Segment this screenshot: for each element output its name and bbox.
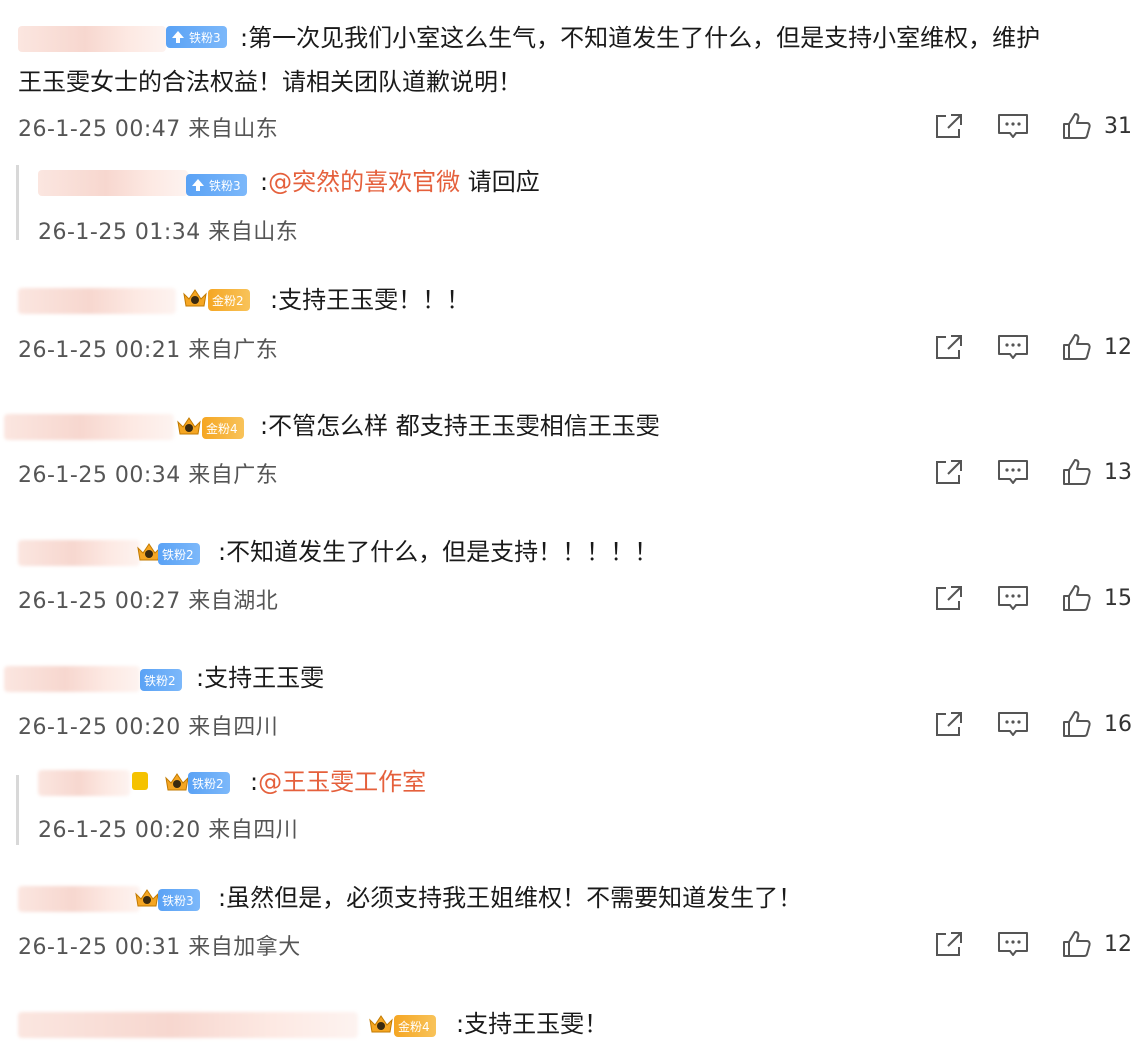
text-suffix: 请回应 (460, 168, 540, 196)
like-count: 12 (1104, 931, 1132, 957)
fan-badge: 铁粉3 (158, 889, 200, 911)
fan-badge: 金粉4 (394, 1015, 436, 1037)
comment-item: 铁粉2 :不知道发生了什么，但是支持！！！！！ 26-1-25 00:27 来自… (0, 522, 1146, 632)
reply-meta: 26-1-25 00:20 来自四川 (38, 818, 299, 843)
comment-item: 铁粉2 :支持王玉雯 26-1-25 00:20 来自四川 16 (0, 648, 1146, 758)
comment-text: :支持王玉雯 (196, 664, 325, 692)
fan-badge: 铁粉2 (140, 669, 182, 691)
like-icon[interactable] (1060, 929, 1094, 959)
comment-actions: 16 (932, 708, 1132, 740)
badge-label: 铁粉2 (144, 673, 176, 688)
fan-badge: 铁粉2 (188, 772, 230, 794)
comment-item: 金粉4 :支持王玉雯！ (0, 996, 1146, 1050)
arrow-up-icon (190, 177, 206, 193)
badge-label: 铁粉2 (162, 547, 194, 562)
comment-text: :不知道发生了什么，但是支持！！！！！ (218, 538, 659, 566)
crown-icon (134, 886, 160, 910)
comment-text: :不管怎么样 都支持王玉雯相信王玉雯 (260, 412, 660, 440)
comment-icon[interactable] (996, 457, 1030, 487)
fan-badge: 金粉2 (208, 289, 250, 311)
username-blurred[interactable] (4, 666, 140, 692)
badge-label: 铁粉3 (189, 30, 221, 45)
share-icon[interactable] (932, 457, 966, 487)
username-blurred[interactable] (18, 886, 140, 912)
badge-label: 金粉2 (212, 293, 244, 308)
comment-meta: 26-1-25 00:47 来自山东 (18, 117, 279, 142)
like-icon[interactable] (1060, 457, 1094, 487)
like-count: 12 (1104, 334, 1132, 360)
comment-icon[interactable] (996, 111, 1030, 141)
comment-actions: 15 (932, 582, 1132, 614)
share-icon[interactable] (932, 709, 966, 739)
fan-badge: 铁粉2 (158, 543, 200, 565)
comment-actions: 31 (932, 110, 1132, 142)
comment-meta: 26-1-25 00:34 来自广东 (18, 463, 279, 488)
arrow-up-icon (170, 29, 186, 45)
fan-badge: 铁粉3 (166, 26, 227, 48)
share-icon[interactable] (932, 583, 966, 613)
username-blurred[interactable] (18, 26, 166, 52)
mention-link[interactable]: @王玉雯工作室 (258, 768, 426, 796)
like-icon[interactable] (1060, 709, 1094, 739)
mention-link[interactable]: @突然的喜欢官微 (268, 168, 460, 196)
fan-badge: 铁粉3 (186, 174, 247, 196)
username-blurred[interactable] (38, 770, 130, 796)
comment-meta: 26-1-25 00:31 来自加拿大 (18, 935, 301, 960)
comment-actions: 13 (932, 456, 1132, 488)
badge-label: 金粉4 (398, 1019, 430, 1034)
comment-icon[interactable] (996, 583, 1030, 613)
comment-item: 金粉2 :支持王玉雯！！！ 26-1-25 00:21 来自广东 12 (0, 270, 1146, 380)
reply-text: :@突然的喜欢官微 请回应 (260, 164, 540, 200)
username-blurred[interactable] (18, 288, 176, 314)
reply-item: 铁粉2 :@王玉雯工作室 26-1-25 00:20 来自四川 (0, 758, 1146, 858)
comment-item: 金粉4 :不管怎么样 都支持王玉雯相信王玉雯 26-1-25 00:34 来自广… (0, 396, 1146, 506)
comment-meta: 26-1-25 00:20 来自四川 (18, 715, 279, 740)
comment-actions: 12 (932, 928, 1132, 960)
comment-actions: 12 (932, 331, 1132, 363)
like-count: 16 (1104, 711, 1132, 737)
like-count: 13 (1104, 459, 1132, 485)
reply-meta: 26-1-25 01:34 来自山东 (38, 220, 299, 245)
share-icon[interactable] (932, 111, 966, 141)
reply-text: :@王玉雯工作室 (250, 764, 426, 800)
like-icon[interactable] (1060, 111, 1094, 141)
comment-icon[interactable] (996, 709, 1030, 739)
vip-icon (132, 772, 148, 790)
comment-meta: 26-1-25 00:21 来自广东 (18, 338, 279, 363)
comment-icon[interactable] (996, 929, 1030, 959)
like-icon[interactable] (1060, 332, 1094, 362)
text-prefix: : (250, 768, 259, 796)
comment-icon[interactable] (996, 332, 1030, 362)
share-icon[interactable] (932, 332, 966, 362)
badge-label: 铁粉3 (209, 178, 241, 193)
username-blurred[interactable] (38, 170, 188, 196)
comment-text: :第一次见我们小室这么生气，不知道发生了什么，但是支持小室维权，维护 (240, 24, 1041, 52)
username-blurred[interactable] (18, 540, 140, 566)
crown-icon (164, 770, 190, 794)
badge-label: 金粉4 (206, 421, 238, 436)
reply-item: 铁粉3 :@突然的喜欢官微 请回应 26-1-25 01:34 来自山东 (0, 150, 1146, 250)
crown-icon (182, 286, 208, 310)
like-icon[interactable] (1060, 583, 1094, 613)
comment-meta: 26-1-25 00:27 来自湖北 (18, 589, 279, 614)
comment-item: 铁粉3 :虽然但是，必须支持我王姐维权！不需要知道发生了！ 26-1-25 00… (0, 870, 1146, 980)
comment-text-line2: 王玉雯女士的合法权益！请相关团队道歉说明！ (18, 68, 522, 96)
username-blurred[interactable] (4, 414, 174, 440)
badge-label: 铁粉2 (192, 776, 224, 791)
like-count: 31 (1104, 113, 1132, 139)
username-blurred[interactable] (18, 1012, 358, 1038)
comment-text: :虽然但是，必须支持我王姐维权！不需要知道发生了！ (218, 884, 803, 912)
crown-icon (368, 1012, 394, 1036)
fan-badge: 金粉4 (202, 417, 244, 439)
comment-item: 铁粉3 :第一次见我们小室这么生气，不知道发生了什么，但是支持小室维权，维护 王… (0, 0, 1146, 150)
crown-icon (176, 414, 202, 438)
badge-label: 铁粉3 (162, 893, 194, 908)
comment-text: :支持王玉雯！ (456, 1010, 609, 1038)
like-count: 15 (1104, 585, 1132, 611)
share-icon[interactable] (932, 929, 966, 959)
comment-text: :支持王玉雯！！！ (270, 286, 471, 314)
text-prefix: : (260, 168, 269, 196)
